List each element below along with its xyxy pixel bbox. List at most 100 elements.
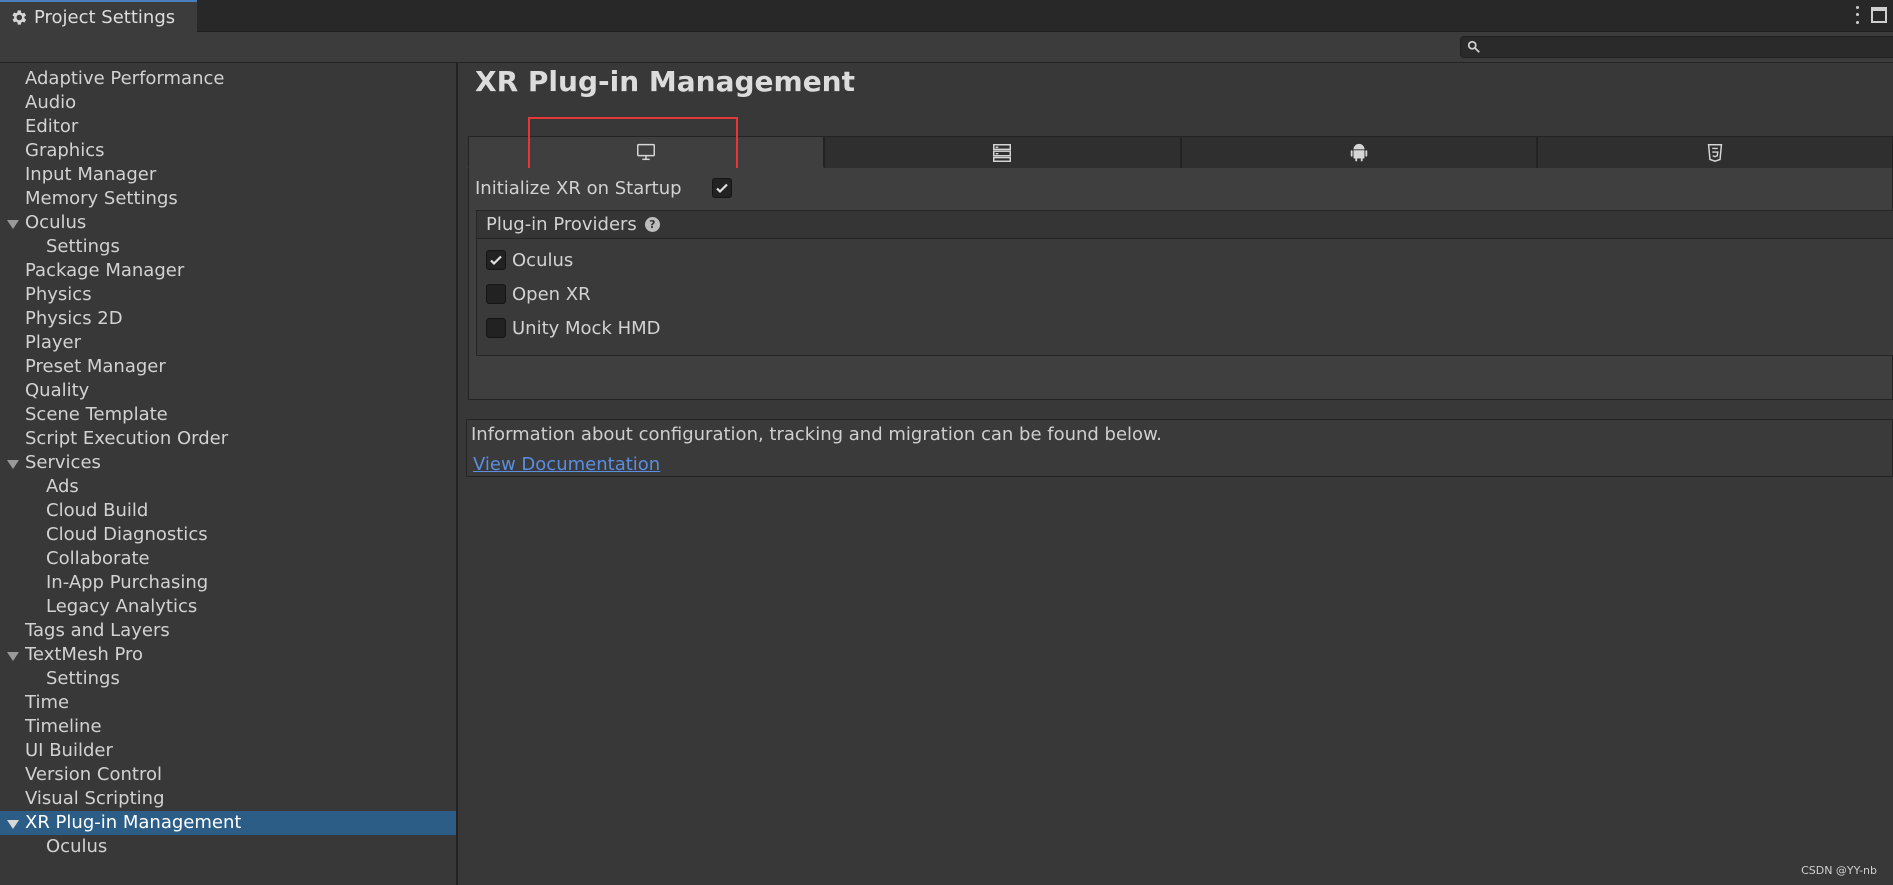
sidebar-item[interactable]: Quality xyxy=(0,379,456,403)
plugin-providers-section: Plug-in Providers ? Oculus Open XR Unity M… xyxy=(476,210,1893,356)
sidebar-item-label: Oculus xyxy=(25,212,87,233)
html5-icon xyxy=(1707,143,1723,162)
sidebar-item[interactable]: Ads xyxy=(0,475,456,499)
sidebar-item-label: Tags and Layers xyxy=(25,620,170,641)
sidebar-item[interactable]: Visual Scripting xyxy=(0,787,456,811)
android-icon xyxy=(1350,143,1367,161)
sidebar-item-label: Legacy Analytics xyxy=(46,596,198,617)
sidebar-item[interactable]: UI Builder xyxy=(0,739,456,763)
help-icon[interactable]: ? xyxy=(644,217,660,232)
sidebar-item[interactable]: Version Control xyxy=(0,763,456,787)
plugin-providers-header: Plug-in Providers ? xyxy=(477,211,1893,239)
gear-icon xyxy=(12,9,27,25)
sidebar-item[interactable]: Oculus xyxy=(0,211,456,235)
provider-checkbox[interactable] xyxy=(486,318,506,338)
sidebar-item[interactable]: Input Manager xyxy=(0,163,456,187)
sidebar-item[interactable]: Physics 2D xyxy=(0,307,456,331)
provider-checkbox[interactable] xyxy=(486,250,506,270)
sidebar-item-label: Settings xyxy=(46,236,120,257)
sidebar-item-label: Scene Template xyxy=(25,404,168,425)
expand-arrow-icon[interactable] xyxy=(7,220,19,229)
view-documentation-link[interactable]: View Documentation xyxy=(473,454,660,475)
sidebar-item-label: Cloud Build xyxy=(46,500,149,521)
provider-checkbox[interactable] xyxy=(486,284,506,304)
title-bar: Project Settings xyxy=(0,0,1893,32)
sidebar-item-label: Player xyxy=(25,332,82,353)
provider-row: Open XR xyxy=(477,277,1893,311)
sidebar-item[interactable]: In-App Purchasing xyxy=(0,571,456,595)
tab-server[interactable] xyxy=(824,136,1181,168)
sidebar-item[interactable]: Tags and Layers xyxy=(0,619,456,643)
platform-tabs xyxy=(468,136,1893,168)
sidebar-item[interactable]: Settings xyxy=(0,667,456,691)
settings-sidebar: Adaptive Performance Audio Editor Graphics I… xyxy=(0,63,458,885)
expand-arrow-icon[interactable] xyxy=(7,460,19,469)
sidebar-item-label: Ads xyxy=(46,476,79,497)
sidebar-item[interactable]: TextMesh Pro xyxy=(0,643,456,667)
sidebar-item[interactable]: Audio xyxy=(0,91,456,115)
sidebar-item[interactable]: Physics xyxy=(0,283,456,307)
sidebar-item[interactable]: Time xyxy=(0,691,456,715)
sidebar-item[interactable]: Oculus xyxy=(0,835,456,859)
expand-arrow-icon[interactable] xyxy=(7,652,19,661)
sidebar-item[interactable]: Graphics xyxy=(0,139,456,163)
provider-row: Unity Mock HMD xyxy=(477,311,1893,345)
sidebar-item-label: Visual Scripting xyxy=(25,788,165,809)
sidebar-item[interactable]: Adaptive Performance xyxy=(0,67,456,91)
sidebar-item[interactable]: Scene Template xyxy=(0,403,456,427)
provider-row: Oculus xyxy=(477,243,1893,277)
sidebar-item-label: Version Control xyxy=(25,764,162,785)
sidebar-item[interactable]: Editor xyxy=(0,115,456,139)
sidebar-item[interactable]: Script Execution Order xyxy=(0,427,456,451)
monitor-icon xyxy=(637,143,656,161)
page-title: XR Plug-in Management xyxy=(475,65,855,98)
sidebar-item-label: Services xyxy=(25,452,101,473)
sidebar-item[interactable]: Package Manager xyxy=(0,259,456,283)
main-panel: XR Plug-in Management Initialize XR on S… xyxy=(460,63,1893,885)
sidebar-item[interactable]: Player xyxy=(0,331,456,355)
sidebar-item-label: Editor xyxy=(25,116,79,137)
sidebar-item[interactable]: Settings xyxy=(0,235,456,259)
sidebar-item-label: Cloud Diagnostics xyxy=(46,524,208,545)
sidebar-item-label: Settings xyxy=(46,668,120,689)
maximize-icon[interactable] xyxy=(1871,7,1887,23)
sidebar-item[interactable]: Collaborate xyxy=(0,547,456,571)
sidebar-item-label: Quality xyxy=(25,380,90,401)
tab-webgl[interactable] xyxy=(1536,136,1893,168)
sidebar-item[interactable]: Cloud Diagnostics xyxy=(0,523,456,547)
sidebar-item[interactable]: Preset Manager xyxy=(0,355,456,379)
sidebar-item-label: TextMesh Pro xyxy=(25,644,144,665)
sidebar-item-label: Time xyxy=(25,692,70,713)
window-tab-label: Project Settings xyxy=(34,6,176,28)
settings-toolbar xyxy=(0,32,1893,63)
tab-android[interactable] xyxy=(1180,136,1537,168)
plugin-providers-title: Plug-in Providers xyxy=(486,214,637,235)
initialize-xr-checkbox[interactable] xyxy=(711,178,732,198)
initialize-xr-label: Initialize XR on Startup xyxy=(475,177,682,199)
sidebar-item-label: Input Manager xyxy=(25,164,157,185)
tab-standalone[interactable] xyxy=(468,136,825,168)
sidebar-item-label: Package Manager xyxy=(25,260,185,281)
sidebar-item-label: Adaptive Performance xyxy=(25,68,225,89)
expand-arrow-icon[interactable] xyxy=(7,820,19,829)
initialize-xr-row: Initialize XR on Startup xyxy=(475,176,732,200)
sidebar-item-label: XR Plug-in Management xyxy=(25,812,242,833)
sidebar-item[interactable]: Legacy Analytics xyxy=(0,595,456,619)
info-text: Information about configuration, trackin… xyxy=(471,424,1162,445)
sidebar-item[interactable]: XR Plug-in Management xyxy=(0,811,456,835)
sidebar-item-label: Timeline xyxy=(25,716,102,737)
info-box: Information about configuration, trackin… xyxy=(466,419,1893,477)
window-actions xyxy=(1853,4,1887,26)
sidebar-item-label: UI Builder xyxy=(25,740,113,761)
sidebar-item-label: Collaborate xyxy=(46,548,150,569)
more-options-icon[interactable] xyxy=(1853,4,1861,26)
sidebar-item-label: Preset Manager xyxy=(25,356,166,377)
sidebar-item[interactable]: Timeline xyxy=(0,715,456,739)
window-tab-project-settings[interactable]: Project Settings xyxy=(0,0,197,32)
sidebar-item[interactable]: Memory Settings xyxy=(0,187,456,211)
sidebar-item[interactable]: Cloud Build xyxy=(0,499,456,523)
provider-label: Open XR xyxy=(512,283,591,305)
provider-list: Oculus Open XR Unity Mock HMD xyxy=(477,239,1893,345)
search-input[interactable] xyxy=(1460,36,1893,58)
sidebar-item[interactable]: Services xyxy=(0,451,456,475)
